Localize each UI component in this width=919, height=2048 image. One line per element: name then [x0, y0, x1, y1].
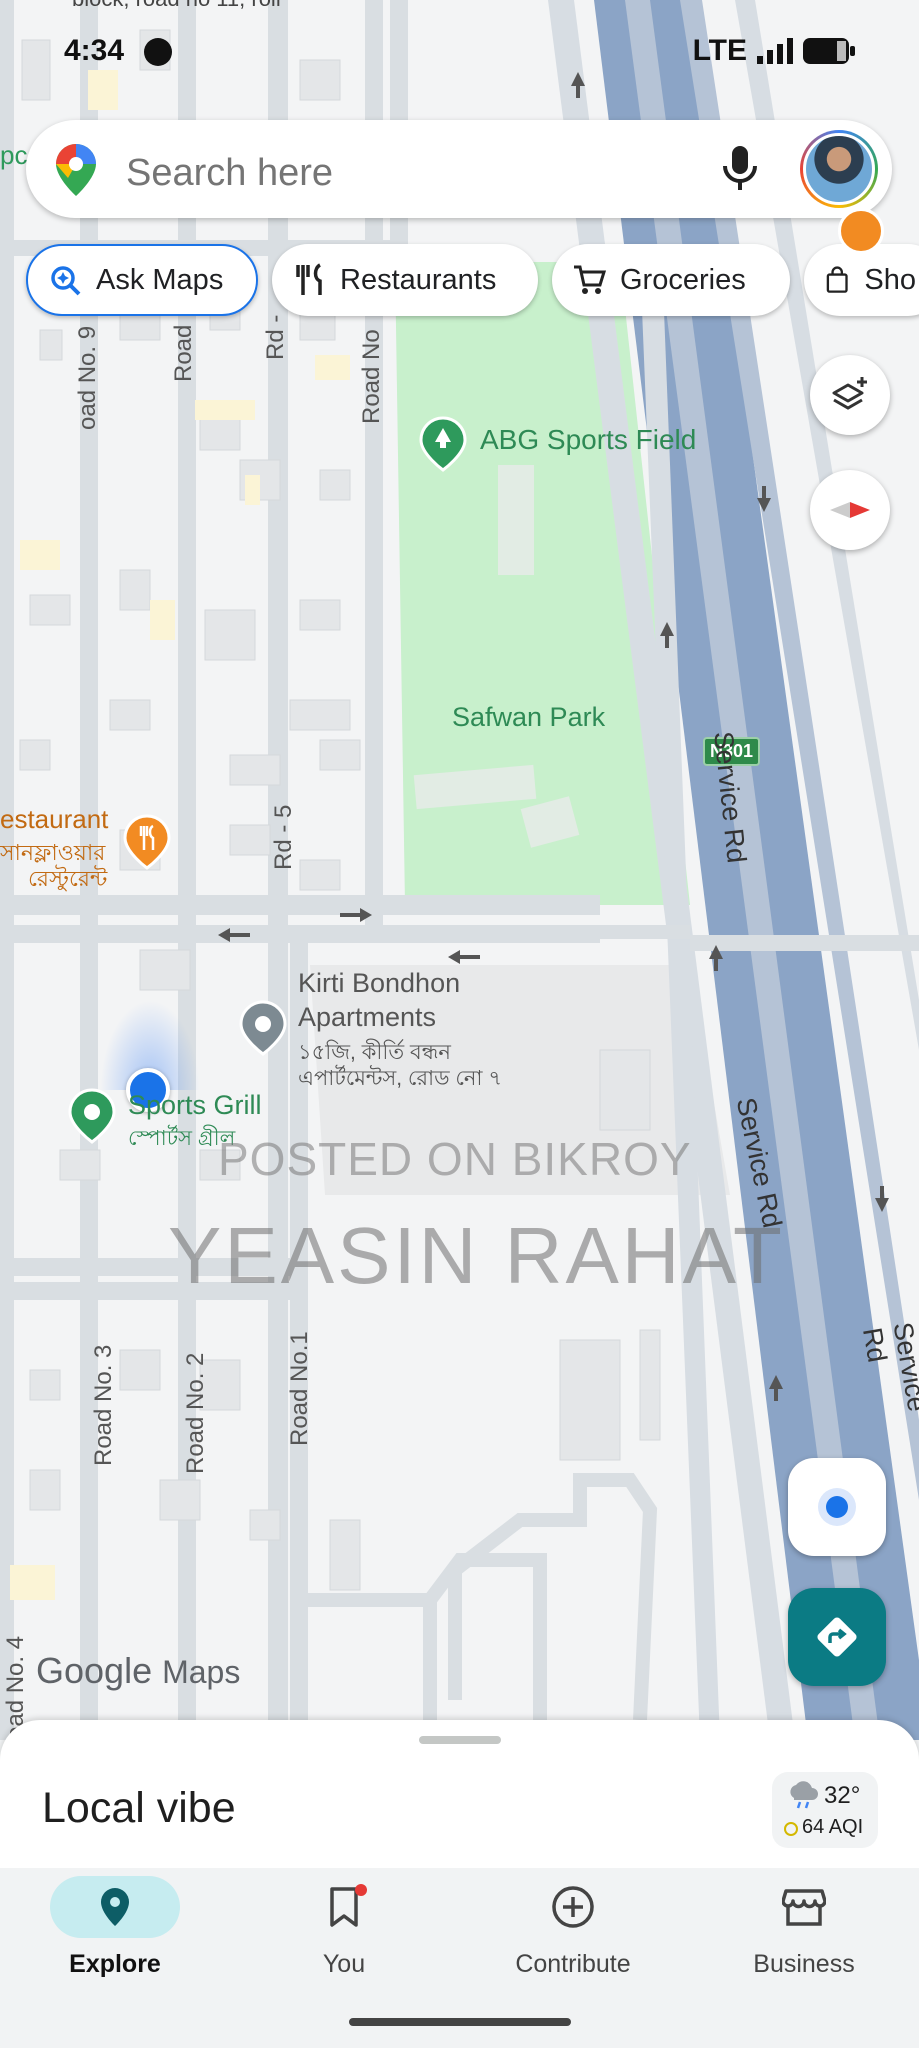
shopping-bag-icon — [826, 266, 848, 293]
cloud-rain-icon — [790, 1781, 818, 1809]
watermark-line-2: YEASIN RAHAT — [168, 1211, 785, 1300]
nav-you[interactable]: You — [244, 1876, 444, 1996]
google-maps-logo: Google Maps — [36, 1650, 240, 1692]
home-indicator[interactable] — [349, 2018, 571, 2026]
abg-sports-field-pin[interactable] — [418, 416, 468, 472]
top-fragment-label: block, road no 11, roll — [72, 0, 281, 12]
sheet-drag-handle[interactable] — [419, 1736, 501, 1744]
chip-restaurants[interactable]: Restaurants — [272, 244, 538, 316]
location-pin-icon — [101, 1888, 129, 1926]
restaurant-label[interactable]: estaurant — [0, 804, 108, 835]
road-label: Road No. 2 — [182, 1352, 209, 1474]
restaurant-pin[interactable] — [122, 814, 172, 875]
messenger-icon — [144, 38, 173, 67]
nav-label: Business — [753, 1950, 855, 1978]
notification-dot — [355, 1884, 367, 1896]
chip-ask-maps[interactable]: Ask Maps — [26, 244, 258, 316]
kirti-bondhon-pin[interactable] — [238, 1000, 288, 1061]
avatar-photo — [803, 133, 875, 205]
nav-icon-wrap — [279, 1876, 409, 1938]
google-wordmark: Google — [36, 1650, 153, 1691]
status-time: 4:34 — [64, 34, 173, 68]
road-label: Rd - — [262, 314, 289, 360]
temperature: 32° — [824, 1782, 861, 1809]
chip-label: Sho — [864, 263, 916, 296]
search-input[interactable] — [126, 148, 546, 198]
chip-label: Groceries — [620, 263, 746, 296]
road-label: Road — [170, 324, 197, 382]
road-label: Road No.1 — [286, 1331, 313, 1446]
chip-groceries[interactable]: Groceries — [552, 244, 790, 316]
network-type: LTE — [692, 34, 747, 67]
directions-icon — [817, 1617, 857, 1657]
nav-contribute[interactable]: Contribute — [473, 1876, 673, 1996]
sheet-title: Local vibe — [42, 1784, 236, 1832]
shopping-cart-icon — [574, 265, 606, 294]
my-location-icon — [826, 1496, 848, 1518]
left-fragment-label: pc — [0, 140, 28, 170]
aqi-value: 64 AQI — [802, 1816, 864, 1838]
nav-icon-wrap — [739, 1876, 869, 1938]
nav-label: You — [322, 1950, 366, 1978]
status-right: LTE — [693, 34, 855, 68]
road-label: Rd - 5 — [270, 804, 297, 870]
layers-icon — [832, 377, 867, 410]
maps-wordmark: Maps — [162, 1654, 241, 1690]
road-label: Road No. 3 — [90, 1344, 117, 1466]
compass-icon — [830, 502, 870, 518]
sports-grill-label[interactable]: Sports Grill — [128, 1090, 262, 1121]
nav-business[interactable]: Business — [704, 1876, 904, 1996]
sports-grill-pin[interactable] — [67, 1088, 117, 1149]
road-label: Road No — [358, 329, 385, 424]
ask-maps-sparkle-search-icon — [51, 266, 81, 296]
profile-avatar[interactable] — [800, 130, 878, 208]
nav-label: Explore — [69, 1950, 161, 1978]
fork-knife-icon — [296, 263, 322, 295]
status-time-text: 4:34 — [64, 34, 125, 67]
nav-active-pill — [50, 1876, 180, 1938]
chip-label: Ask Maps — [96, 263, 224, 296]
kirti-bondhon-label-2[interactable]: Apartments — [298, 1002, 436, 1033]
road-label: oad No. 9 — [74, 325, 101, 430]
nav-explore[interactable]: Explore — [15, 1876, 215, 1996]
compass-button[interactable] — [810, 470, 890, 550]
weather-widget[interactable]: 32° 64 AQI — [772, 1772, 878, 1848]
battery-icon — [803, 38, 855, 64]
chip-shopping[interactable]: Sho — [804, 244, 919, 316]
google-maps-pin-icon — [52, 142, 100, 203]
directions-button[interactable] — [788, 1588, 886, 1686]
safwan-park-label[interactable]: Safwan Park — [452, 702, 605, 733]
restaurant-bn-label-2[interactable]: রেস্টুরেন্ট — [28, 862, 107, 899]
storefront-icon — [782, 1889, 826, 1926]
add-circle-icon — [552, 1886, 594, 1928]
abg-sports-field-label[interactable]: ABG Sports Field — [480, 424, 696, 456]
layers-button[interactable] — [810, 355, 890, 435]
signal-icon — [757, 38, 793, 64]
nav-label: Contribute — [515, 1950, 631, 1978]
kirti-bondhon-label[interactable]: Kirti Bondhon — [298, 968, 460, 999]
poi-pin-partial[interactable] — [838, 208, 884, 254]
aqi-dot — [784, 1822, 798, 1836]
chip-label: Restaurants — [340, 263, 497, 296]
nav-icon-wrap — [508, 1876, 638, 1938]
kirti-bondhon-bn-label-2[interactable]: এপার্টমেন্টস, রোড নো ৭ — [298, 1062, 502, 1097]
watermark-line-1: POSTED ON BIKROY — [218, 1133, 692, 1185]
my-location-button[interactable] — [788, 1458, 886, 1556]
microphone-icon[interactable] — [722, 146, 758, 197]
